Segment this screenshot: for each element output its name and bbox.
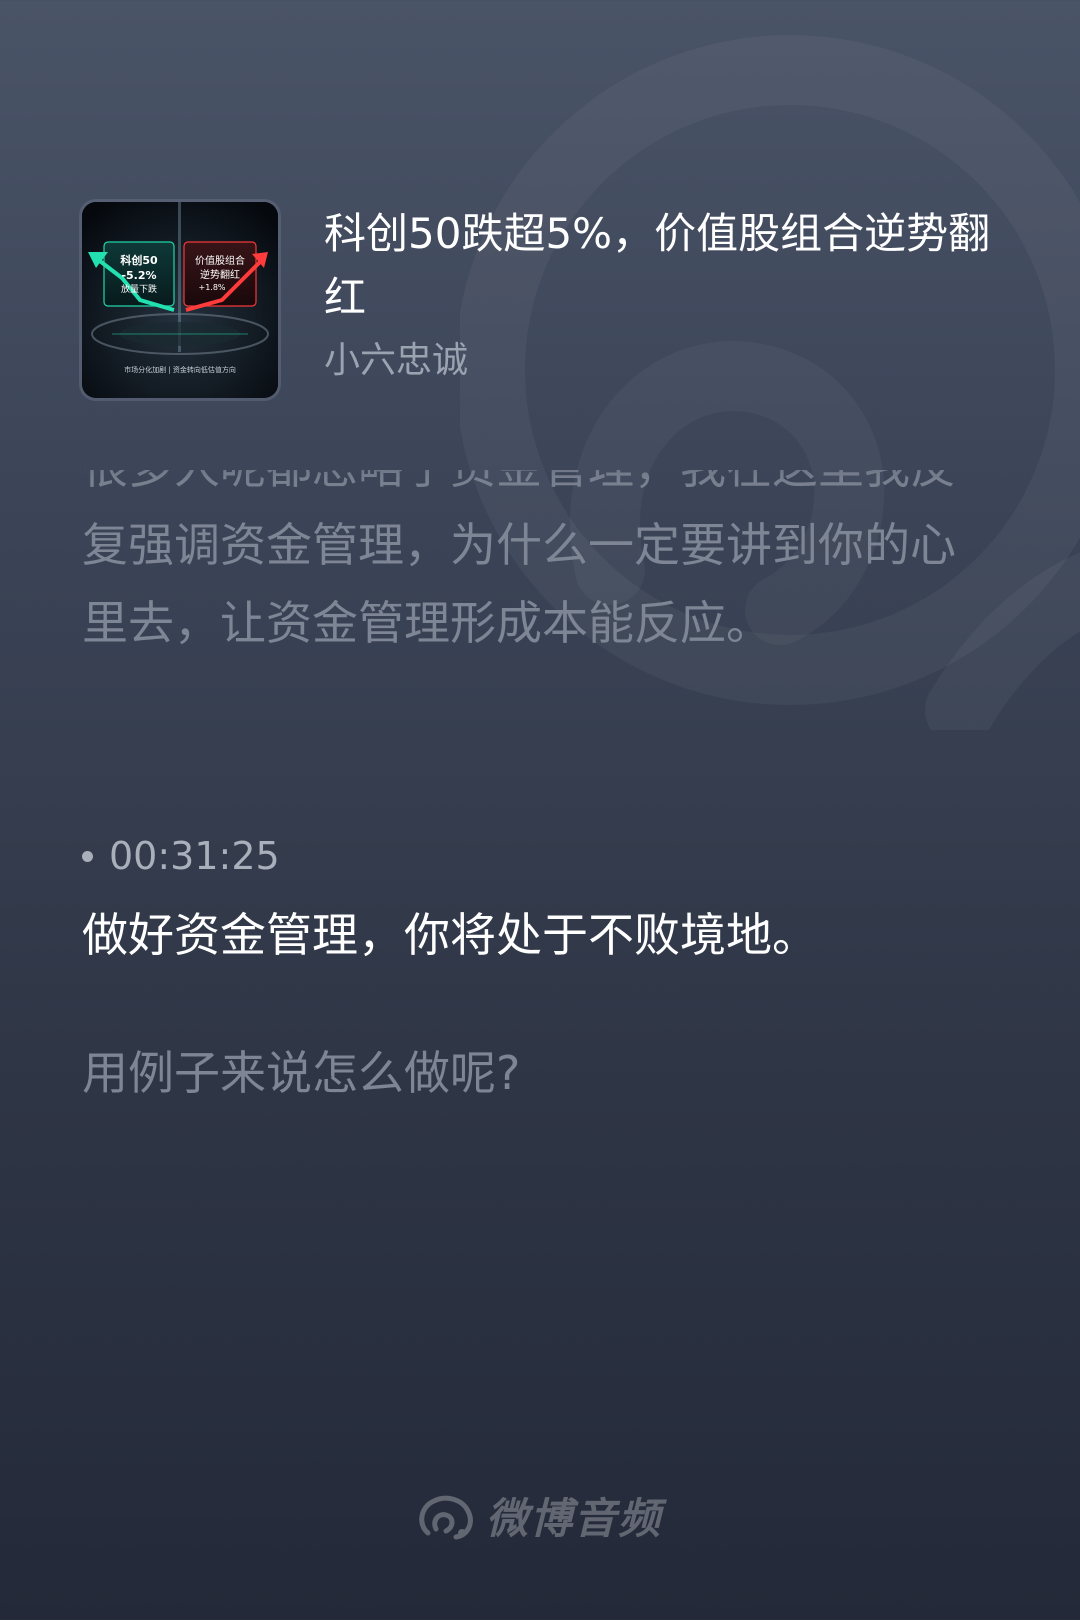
cover-left-sub: 放量下跌 bbox=[121, 283, 157, 295]
track-header: 科创50 -5.2% 放量下跌 价值股组合 逆势翻红 +1.8% 市场分化加剧 … bbox=[82, 202, 1022, 402]
track-title: 科创50跌超5%，价值股组合逆势翻红 bbox=[324, 209, 991, 322]
weibo-audio-logo-icon bbox=[419, 1495, 473, 1539]
cover-right-sub: 逆势翻红 bbox=[200, 268, 240, 281]
timestamp-text: 00:31:25 bbox=[109, 834, 280, 878]
transcript-viewport[interactable]: 很多人呢都忽略了资金管理，我在这里我反复强调资金管理，为什么一定要讲到你的心里去… bbox=[82, 470, 982, 1470]
cover-art-image: 科创50 -5.2% 放量下跌 价值股组合 逆势翻红 +1.8% 市场分化加剧 … bbox=[82, 202, 278, 398]
brand-name: 微博音频 bbox=[485, 1494, 662, 1543]
brand-footer: 微博音频 bbox=[0, 1485, 1080, 1546]
transcript-paragraph-previous[interactable]: 很多人呢都忽略了资金管理，我在这里我反复强调资金管理，为什么一定要讲到你的心里去… bbox=[82, 470, 962, 662]
current-timestamp: 00:31:25 bbox=[82, 830, 280, 882]
cover-right-label: 价值股组合 bbox=[195, 254, 245, 267]
track-author[interactable]: 小六忠诚 bbox=[324, 335, 468, 387]
cover-left-value: -5.2% bbox=[121, 269, 156, 282]
transcript-paragraph-next[interactable]: 用例子来说怎么做呢? bbox=[82, 1034, 962, 1112]
transcript-paragraph-current[interactable]: 做好资金管理，你将处于不败境地。 bbox=[82, 896, 962, 974]
cover-left-label: 科创50 bbox=[120, 253, 158, 267]
timestamp-dot-icon bbox=[82, 850, 93, 862]
cover-caption: 市场分化加剧 | 资金转向低估值方向 bbox=[124, 365, 236, 374]
cover-right-value: +1.8% bbox=[198, 283, 225, 292]
cover-art[interactable]: 科创50 -5.2% 放量下跌 价值股组合 逆势翻红 +1.8% 市场分化加剧 … bbox=[82, 202, 278, 398]
